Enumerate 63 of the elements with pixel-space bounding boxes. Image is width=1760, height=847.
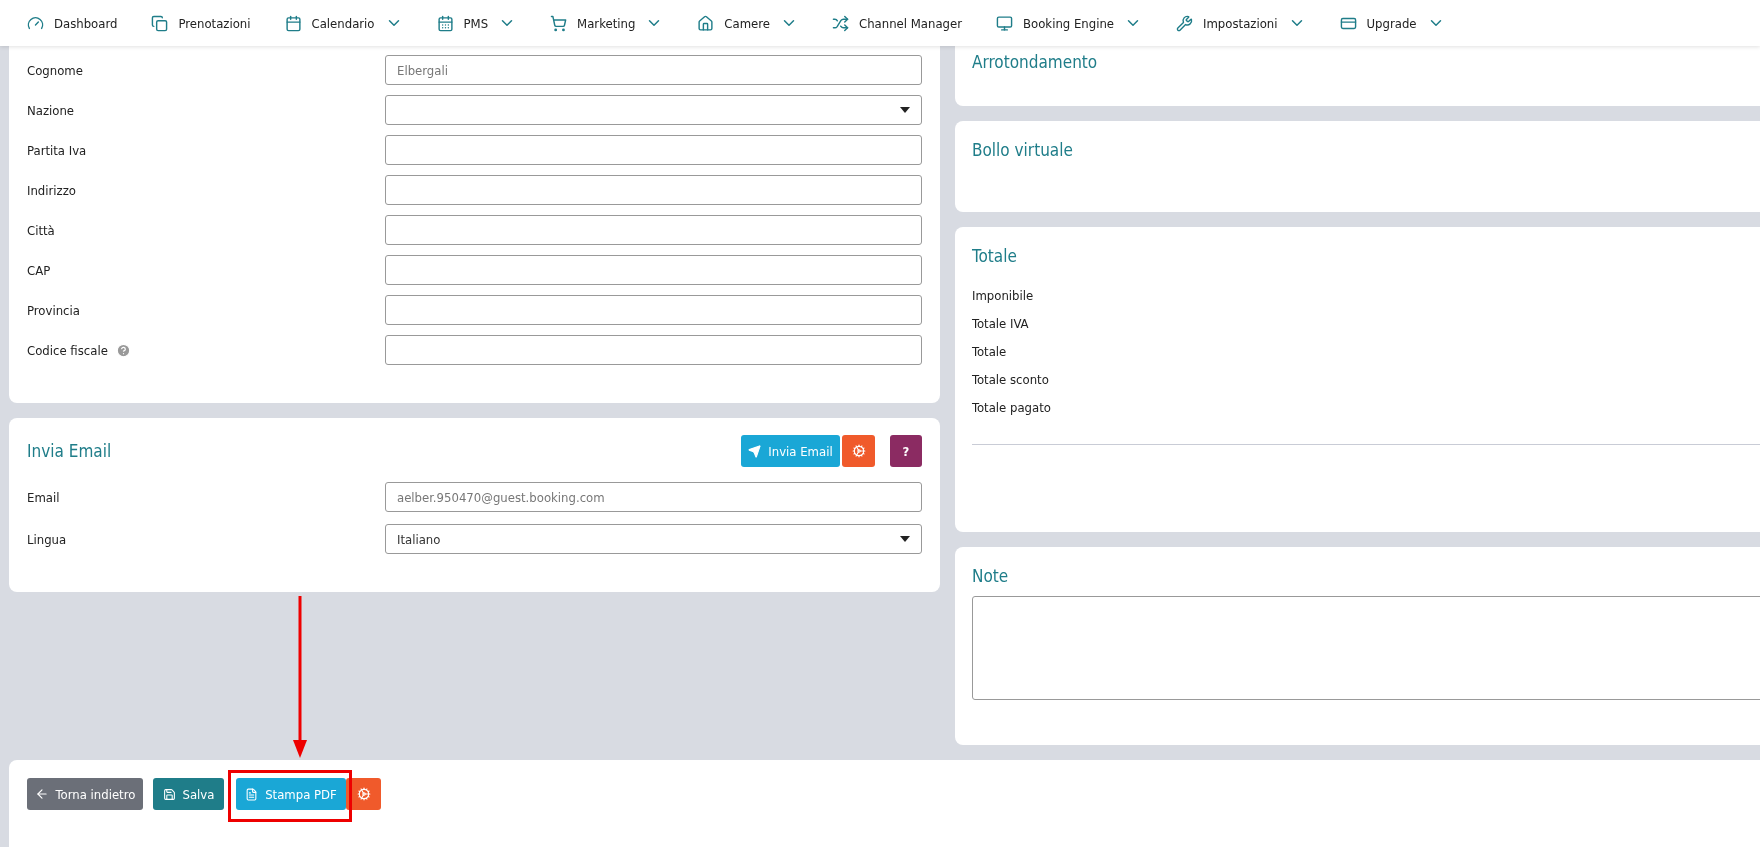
nav-item[interactable]: Upgrade: [1339, 14, 1445, 32]
send-icon: [748, 444, 762, 458]
input-field[interactable]: aelber.950470@guest.booking.com: [385, 482, 922, 512]
notes-field[interactable]: [972, 596, 1760, 700]
field-label: Lingua: [27, 531, 67, 547]
settings-button[interactable]: [346, 778, 381, 810]
input-field[interactable]: [385, 135, 922, 165]
help-button[interactable]: ?: [890, 435, 922, 467]
total-label: Totale: [972, 343, 1008, 361]
calendar-icon: [436, 14, 454, 32]
panel-title: Arrotondamento: [972, 52, 1099, 72]
nav-item[interactable]: Booking Engine: [996, 14, 1143, 32]
total-label: Imponibile: [972, 287, 1035, 305]
field-label: Email: [27, 489, 60, 505]
nav-item[interactable]: Channel Manager: [832, 14, 963, 32]
field-label: Partita Iva: [27, 142, 87, 158]
nav-item[interactable]: Marketing: [550, 14, 664, 32]
nav-item[interactable]: Camere: [697, 14, 798, 32]
panel-title: Invia Email: [27, 441, 112, 461]
field-label: Codice fiscale: [27, 342, 108, 358]
input-field[interactable]: [385, 255, 922, 285]
select-field[interactable]: Italiano: [385, 524, 922, 554]
field-label: Cognome: [27, 62, 83, 78]
nav-item[interactable]: Dashboard: [27, 14, 118, 32]
nav-item[interactable]: Calendario: [284, 14, 403, 32]
field-label: Nazione: [27, 102, 75, 118]
home-icon: [697, 14, 715, 32]
gauge-icon: [27, 14, 44, 32]
monitor-icon: [996, 14, 1014, 32]
nav-item[interactable]: Prenotazioni: [151, 14, 251, 32]
calendar-icon: [284, 14, 302, 32]
copy-icon: [151, 14, 169, 32]
caret-icon: [900, 536, 910, 542]
select-field[interactable]: [385, 95, 922, 125]
field-label: CAP: [27, 262, 51, 278]
input-field[interactable]: [385, 175, 922, 205]
panel-title: Note: [972, 566, 1010, 586]
nav-item[interactable]: PMS: [436, 14, 517, 32]
document-icon: [245, 787, 259, 801]
input-field[interactable]: [385, 215, 922, 245]
gear-icon: [356, 787, 371, 801]
input-field[interactable]: Elbergali: [385, 55, 922, 85]
back-button[interactable]: Torna indietro: [27, 778, 143, 810]
field-label: Città: [27, 222, 55, 238]
input-field[interactable]: [385, 295, 922, 325]
total-label: Totale IVA: [972, 315, 1030, 333]
gear-icon: [851, 444, 866, 458]
panel-title: Bollo virtuale: [972, 140, 1074, 160]
shuffle-icon: [832, 14, 849, 32]
input-field[interactable]: [385, 335, 922, 365]
help-icon[interactable]: [115, 342, 131, 358]
floppy-icon: [162, 787, 176, 801]
field-label: Indirizzo: [27, 182, 77, 198]
field-label: Provincia: [27, 302, 80, 318]
total-label: Totale pagato: [972, 399, 1052, 417]
settings-button[interactable]: [842, 435, 875, 467]
save-button[interactable]: Salva: [153, 778, 224, 810]
total-label: Totale sconto: [972, 371, 1050, 389]
cart-icon: [550, 14, 568, 32]
caret-icon: [900, 107, 910, 113]
nav-item[interactable]: Impostazioni: [1176, 14, 1306, 32]
panel-title: Totale: [972, 246, 1018, 266]
wrench-icon: [1176, 14, 1194, 32]
